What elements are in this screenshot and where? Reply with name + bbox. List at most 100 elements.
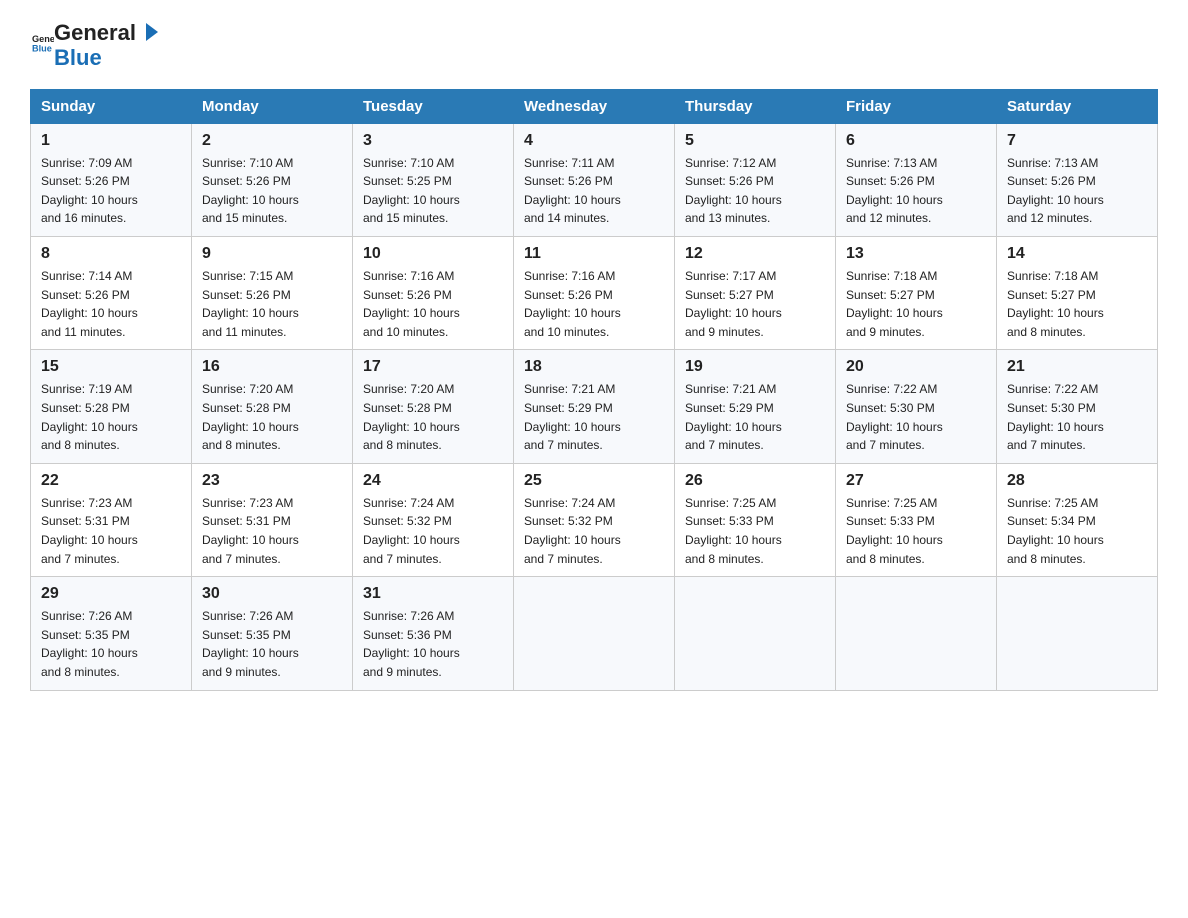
day-info: Sunrise: 7:25 AMSunset: 5:33 PMDaylight:…: [846, 496, 943, 566]
day-cell: 3 Sunrise: 7:10 AMSunset: 5:25 PMDayligh…: [353, 123, 514, 236]
day-number: 16: [202, 358, 342, 376]
week-row-4: 22 Sunrise: 7:23 AMSunset: 5:31 PMDaylig…: [31, 463, 1158, 576]
day-cell: 25 Sunrise: 7:24 AMSunset: 5:32 PMDaylig…: [514, 463, 675, 576]
day-info: Sunrise: 7:17 AMSunset: 5:27 PMDaylight:…: [685, 269, 782, 339]
day-info: Sunrise: 7:22 AMSunset: 5:30 PMDaylight:…: [1007, 382, 1104, 452]
day-number: 30: [202, 585, 342, 603]
day-cell: 7 Sunrise: 7:13 AMSunset: 5:26 PMDayligh…: [997, 123, 1158, 236]
header-friday: Friday: [836, 89, 997, 123]
day-info: Sunrise: 7:22 AMSunset: 5:30 PMDaylight:…: [846, 382, 943, 452]
day-cell: 4 Sunrise: 7:11 AMSunset: 5:26 PMDayligh…: [514, 123, 675, 236]
day-cell: 11 Sunrise: 7:16 AMSunset: 5:26 PMDaylig…: [514, 237, 675, 350]
day-number: 2: [202, 132, 342, 150]
day-cell: 9 Sunrise: 7:15 AMSunset: 5:26 PMDayligh…: [192, 237, 353, 350]
day-cell: [836, 577, 997, 690]
day-info: Sunrise: 7:13 AMSunset: 5:26 PMDaylight:…: [1007, 156, 1104, 226]
header-thursday: Thursday: [675, 89, 836, 123]
day-cell: [997, 577, 1158, 690]
day-info: Sunrise: 7:10 AMSunset: 5:26 PMDaylight:…: [202, 156, 299, 226]
logo-icon: General Blue: [32, 32, 54, 54]
day-cell: 21 Sunrise: 7:22 AMSunset: 5:30 PMDaylig…: [997, 350, 1158, 463]
day-cell: 28 Sunrise: 7:25 AMSunset: 5:34 PMDaylig…: [997, 463, 1158, 576]
day-number: 3: [363, 132, 503, 150]
day-cell: [514, 577, 675, 690]
day-cell: 16 Sunrise: 7:20 AMSunset: 5:28 PMDaylig…: [192, 350, 353, 463]
day-number: 13: [846, 245, 986, 263]
week-row-1: 1 Sunrise: 7:09 AMSunset: 5:26 PMDayligh…: [31, 123, 1158, 236]
day-number: 5: [685, 132, 825, 150]
week-row-2: 8 Sunrise: 7:14 AMSunset: 5:26 PMDayligh…: [31, 237, 1158, 350]
header-monday: Monday: [192, 89, 353, 123]
day-info: Sunrise: 7:18 AMSunset: 5:27 PMDaylight:…: [1007, 269, 1104, 339]
day-number: 21: [1007, 358, 1147, 376]
day-cell: 17 Sunrise: 7:20 AMSunset: 5:28 PMDaylig…: [353, 350, 514, 463]
day-number: 22: [41, 472, 181, 490]
day-info: Sunrise: 7:26 AMSunset: 5:36 PMDaylight:…: [363, 609, 460, 679]
day-info: Sunrise: 7:12 AMSunset: 5:26 PMDaylight:…: [685, 156, 782, 226]
day-info: Sunrise: 7:25 AMSunset: 5:33 PMDaylight:…: [685, 496, 782, 566]
day-info: Sunrise: 7:24 AMSunset: 5:32 PMDaylight:…: [524, 496, 621, 566]
day-info: Sunrise: 7:15 AMSunset: 5:26 PMDaylight:…: [202, 269, 299, 339]
day-number: 31: [363, 585, 503, 603]
day-cell: 5 Sunrise: 7:12 AMSunset: 5:26 PMDayligh…: [675, 123, 836, 236]
day-info: Sunrise: 7:26 AMSunset: 5:35 PMDaylight:…: [202, 609, 299, 679]
day-number: 4: [524, 132, 664, 150]
day-info: Sunrise: 7:20 AMSunset: 5:28 PMDaylight:…: [202, 382, 299, 452]
logo-blue-text: Blue: [54, 45, 102, 70]
day-info: Sunrise: 7:24 AMSunset: 5:32 PMDaylight:…: [363, 496, 460, 566]
day-number: 12: [685, 245, 825, 263]
day-cell: 12 Sunrise: 7:17 AMSunset: 5:27 PMDaylig…: [675, 237, 836, 350]
day-number: 25: [524, 472, 664, 490]
day-cell: 15 Sunrise: 7:19 AMSunset: 5:28 PMDaylig…: [31, 350, 192, 463]
svg-text:Blue: Blue: [32, 44, 52, 54]
day-number: 9: [202, 245, 342, 263]
day-info: Sunrise: 7:13 AMSunset: 5:26 PMDaylight:…: [846, 156, 943, 226]
day-number: 18: [524, 358, 664, 376]
day-cell: 26 Sunrise: 7:25 AMSunset: 5:33 PMDaylig…: [675, 463, 836, 576]
day-cell: 14 Sunrise: 7:18 AMSunset: 5:27 PMDaylig…: [997, 237, 1158, 350]
day-cell: 19 Sunrise: 7:21 AMSunset: 5:29 PMDaylig…: [675, 350, 836, 463]
week-row-3: 15 Sunrise: 7:19 AMSunset: 5:28 PMDaylig…: [31, 350, 1158, 463]
day-number: 7: [1007, 132, 1147, 150]
header-wednesday: Wednesday: [514, 89, 675, 123]
day-cell: 2 Sunrise: 7:10 AMSunset: 5:26 PMDayligh…: [192, 123, 353, 236]
day-number: 6: [846, 132, 986, 150]
day-cell: 18 Sunrise: 7:21 AMSunset: 5:29 PMDaylig…: [514, 350, 675, 463]
day-number: 15: [41, 358, 181, 376]
day-cell: 10 Sunrise: 7:16 AMSunset: 5:26 PMDaylig…: [353, 237, 514, 350]
day-cell: 24 Sunrise: 7:24 AMSunset: 5:32 PMDaylig…: [353, 463, 514, 576]
day-number: 19: [685, 358, 825, 376]
day-number: 26: [685, 472, 825, 490]
logo-triangle-icon: [136, 19, 162, 45]
day-number: 23: [202, 472, 342, 490]
day-number: 14: [1007, 245, 1147, 263]
calendar-header: Sunday Monday Tuesday Wednesday Thursday…: [31, 89, 1158, 123]
day-cell: 20 Sunrise: 7:22 AMSunset: 5:30 PMDaylig…: [836, 350, 997, 463]
day-cell: 29 Sunrise: 7:26 AMSunset: 5:35 PMDaylig…: [31, 577, 192, 690]
day-number: 10: [363, 245, 503, 263]
header-tuesday: Tuesday: [353, 89, 514, 123]
header-sunday: Sunday: [31, 89, 192, 123]
day-info: Sunrise: 7:14 AMSunset: 5:26 PMDaylight:…: [41, 269, 138, 339]
day-info: Sunrise: 7:16 AMSunset: 5:26 PMDaylight:…: [363, 269, 460, 339]
day-cell: 31 Sunrise: 7:26 AMSunset: 5:36 PMDaylig…: [353, 577, 514, 690]
day-cell: 22 Sunrise: 7:23 AMSunset: 5:31 PMDaylig…: [31, 463, 192, 576]
day-cell: 23 Sunrise: 7:23 AMSunset: 5:31 PMDaylig…: [192, 463, 353, 576]
day-number: 17: [363, 358, 503, 376]
week-row-5: 29 Sunrise: 7:26 AMSunset: 5:35 PMDaylig…: [31, 577, 1158, 690]
logo-general-text: General: [54, 20, 136, 45]
day-info: Sunrise: 7:18 AMSunset: 5:27 PMDaylight:…: [846, 269, 943, 339]
day-info: Sunrise: 7:25 AMSunset: 5:34 PMDaylight:…: [1007, 496, 1104, 566]
day-number: 28: [1007, 472, 1147, 490]
page-header: General Blue General Blue: [30, 20, 1158, 71]
day-info: Sunrise: 7:09 AMSunset: 5:26 PMDaylight:…: [41, 156, 138, 226]
day-cell: 13 Sunrise: 7:18 AMSunset: 5:27 PMDaylig…: [836, 237, 997, 350]
svg-text:General: General: [32, 34, 54, 44]
day-info: Sunrise: 7:26 AMSunset: 5:35 PMDaylight:…: [41, 609, 138, 679]
day-info: Sunrise: 7:23 AMSunset: 5:31 PMDaylight:…: [41, 496, 138, 566]
day-info: Sunrise: 7:19 AMSunset: 5:28 PMDaylight:…: [41, 382, 138, 452]
logo: General Blue General Blue: [30, 20, 162, 71]
day-number: 29: [41, 585, 181, 603]
header-row: Sunday Monday Tuesday Wednesday Thursday…: [31, 89, 1158, 123]
calendar-table: Sunday Monday Tuesday Wednesday Thursday…: [30, 89, 1158, 691]
